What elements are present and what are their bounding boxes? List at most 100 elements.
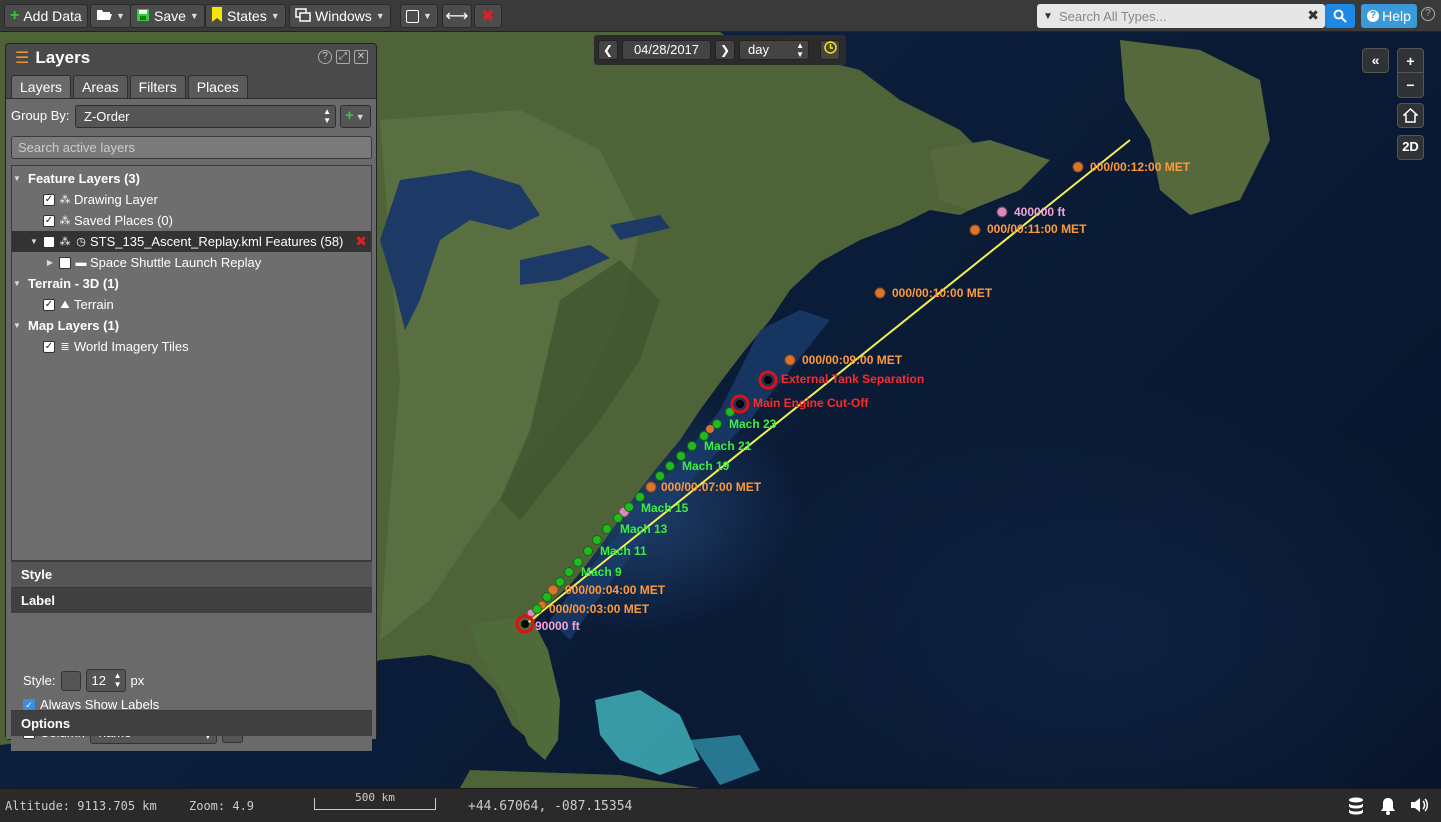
search-layers-input[interactable]: Search active layers (11, 136, 372, 159)
style-section-header[interactable]: Style (11, 561, 372, 587)
expand-down-icon[interactable]: ▼ (12, 321, 22, 330)
stack-icon: ≣ (60, 340, 70, 353)
checkbox-checked[interactable]: ✓ (43, 298, 55, 311)
date-field[interactable]: 04/28/2017 (622, 40, 711, 60)
prev-date-button[interactable]: ❮ (598, 40, 618, 60)
checkbox-checked[interactable]: ✓ (43, 340, 55, 353)
tab-layers[interactable]: Layers (11, 75, 72, 98)
tree-item-sts-features[interactable]: ▼ ⁂ ◷ STS_135_Ascent_Replay.kml Features… (12, 231, 371, 252)
database-icon[interactable] (1346, 797, 1366, 815)
plus-icon: + (10, 7, 20, 24)
label-met7: 000/00:07:00 MET (661, 480, 762, 494)
speaker-icon[interactable] (1410, 797, 1430, 815)
chevron-down-icon: ▼ (375, 11, 385, 21)
marker-met10 (874, 287, 886, 299)
expand-icon[interactable]: ⤢ (336, 50, 350, 64)
add-layer-button[interactable]: + ▼ (340, 105, 371, 128)
label-met12: 000/00:12:00 MET (1090, 160, 1191, 174)
label-color-swatch[interactable] (60, 670, 81, 691)
tree-item-drawing-layer[interactable]: ✓ ⁂ Drawing Layer (12, 189, 371, 210)
spinner-icon[interactable]: ▲ ▼ (114, 671, 122, 689)
layers-panel: ☰ Layers ? ⤢ ✕ Layers Areas Filters Plac… (5, 43, 377, 751)
interval-select[interactable]: day ▲ ▼ (739, 40, 809, 60)
item-label: Saved Places (0) (74, 213, 173, 228)
search-all-input[interactable]: ▼ Search All Types... ✖ (1037, 4, 1325, 28)
home-icon (1402, 107, 1419, 123)
unit-label: px (130, 673, 145, 688)
label-mach13: Mach 13 (620, 522, 668, 536)
select-tool-button[interactable]: ▼ (400, 4, 438, 28)
tree-group-map-layers[interactable]: ▼ Map Layers (1) (12, 315, 371, 336)
collapse-button[interactable]: « (1362, 48, 1389, 73)
question-icon[interactable]: ? (1421, 7, 1435, 21)
help-button[interactable]: ? Help (1361, 4, 1417, 28)
checkbox-unchecked[interactable] (59, 256, 71, 269)
windows-button[interactable]: Windows ▼ (289, 4, 391, 28)
always-show-checkbox[interactable]: ✓ (23, 698, 35, 711)
zoom-in-button[interactable]: + (1398, 49, 1423, 73)
expand-down-icon[interactable]: ▼ (12, 174, 22, 183)
help-icon[interactable]: ? (318, 50, 332, 64)
scale-label: 500 km (355, 791, 395, 804)
feature-dots-icon: ⁂ (59, 193, 71, 206)
tab-filters[interactable]: Filters (129, 75, 186, 98)
tree-item-saved-places[interactable]: ✓ ⁂ Saved Places (0) (12, 210, 371, 231)
label-section-header[interactable]: Label (11, 587, 372, 613)
chevron-down-icon[interactable]: ▼ (1037, 11, 1059, 22)
tab-areas[interactable]: Areas (73, 75, 128, 98)
add-data-button[interactable]: + Add Data (4, 4, 88, 28)
next-date-button[interactable]: ❯ (715, 40, 735, 60)
open-folder-button[interactable]: ▼ (90, 4, 131, 28)
marker-met12 (1072, 161, 1084, 173)
tree-item-terrain[interactable]: ✓ ⛰ Terrain (12, 294, 371, 315)
add-data-label: Add Data (23, 8, 82, 24)
expand-down-icon[interactable]: ▼ (29, 237, 39, 246)
label-size-input[interactable]: 12 ▲ ▼ (85, 669, 126, 692)
expand-down-icon[interactable]: ▼ (12, 279, 22, 288)
group-label: Map Layers (1) (28, 318, 120, 333)
scale-bar: 500 km (314, 792, 436, 810)
item-label: Drawing Layer (74, 192, 158, 207)
tab-places[interactable]: Places (187, 75, 248, 98)
chevron-down-icon: ▼ (116, 11, 125, 21)
layers-menu-icon: ☰ (15, 50, 30, 67)
item-label: Terrain (74, 297, 114, 312)
marker-met-orange-mach23 (706, 425, 714, 433)
altitude-readout: Altitude: 9113.705 km (5, 799, 157, 813)
group-by-value: Z-Order (84, 109, 130, 124)
delete-icon[interactable]: ✖ (355, 233, 367, 250)
close-icon[interactable]: ✕ (354, 50, 368, 64)
updown-icon: ▲▼ (796, 41, 804, 59)
home-button[interactable] (1397, 103, 1424, 128)
view-mode-button[interactable]: 2D (1397, 135, 1424, 160)
search-button[interactable] (1325, 4, 1355, 28)
bell-icon[interactable] (1378, 797, 1398, 815)
options-section-header[interactable]: Options (11, 710, 372, 736)
checkbox-checked[interactable]: ✓ (43, 214, 55, 227)
status-bar: Altitude: 9113.705 km Zoom: 4.9 500 km +… (0, 788, 1441, 822)
clock-button[interactable] (820, 40, 840, 60)
save-button[interactable]: Save ▼ (130, 4, 205, 28)
expand-right-icon[interactable]: ▶ (45, 258, 55, 267)
square-select-icon (406, 9, 419, 23)
marker-met9 (784, 354, 796, 366)
measure-button[interactable]: ⟷ (442, 4, 472, 28)
horizontal-arrows-icon: ⟷ (445, 8, 469, 25)
label-mach15: Mach 15 (641, 501, 689, 515)
label-mach19: Mach 19 (682, 459, 730, 473)
group-by-select[interactable]: Z-Order ▲ ▼ (75, 105, 336, 128)
tree-item-shuttle-replay[interactable]: ▶ ▬ Space Shuttle Launch Replay (12, 252, 371, 273)
clear-button[interactable]: ✖ (474, 4, 502, 28)
checkbox-checked[interactable]: ✓ (43, 193, 55, 206)
states-button[interactable]: States ▼ (205, 4, 286, 28)
tree-item-world-imagery[interactable]: ✓ ≣ World Imagery Tiles (12, 336, 371, 357)
label-meco: Main Engine Cut-Off (753, 396, 869, 410)
tree-group-feature-layers[interactable]: ▼ Feature Layers (3) (12, 168, 371, 189)
item-label: World Imagery Tiles (74, 339, 189, 354)
checkbox-unchecked[interactable] (43, 235, 55, 248)
clear-search-icon[interactable]: ✖ (1307, 7, 1319, 24)
zoom-out-button[interactable]: − (1398, 73, 1423, 97)
group-label: Terrain - 3D (1) (28, 276, 119, 291)
tree-group-terrain[interactable]: ▼ Terrain - 3D (1) (12, 273, 371, 294)
chevron-down-icon: ▼ (189, 11, 199, 21)
